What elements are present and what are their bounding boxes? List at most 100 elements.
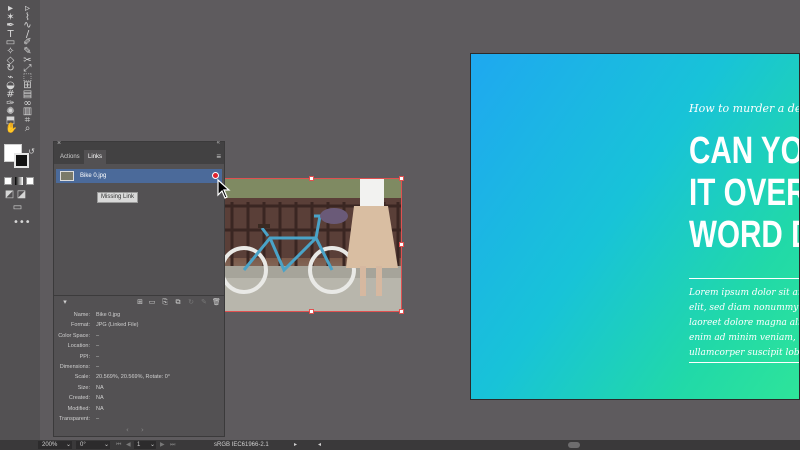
- info-label: Size:: [77, 384, 90, 391]
- info-value: –: [96, 415, 100, 422]
- info-value: –: [96, 343, 100, 350]
- placed-bike-image[interactable]: [222, 178, 402, 312]
- color-mode-icon[interactable]: [4, 177, 12, 185]
- resize-handle[interactable]: [399, 309, 404, 314]
- zoom-dropdown-icon[interactable]: ⌄: [66, 440, 71, 450]
- missing-link-icon[interactable]: [212, 172, 219, 179]
- horizontal-scrollbar[interactable]: [568, 442, 580, 448]
- artboard-subtitle: How to murder a desig: [689, 102, 799, 115]
- headline-line: IT OVER A: [689, 172, 800, 214]
- next-link-icon[interactable]: ›: [141, 426, 144, 434]
- body-line: elit, sed diam nonummy ni: [689, 303, 800, 313]
- previous-link-icon[interactable]: ‹: [126, 426, 129, 434]
- info-row: Color Space: –: [54, 331, 224, 341]
- info-label: Color Space:: [58, 332, 90, 339]
- embed-icon[interactable]: ⊞: [136, 299, 144, 306]
- relink-icon[interactable]: ⎘: [161, 299, 169, 306]
- tools-panel: ▸ ▹ ✶ ⌇ ✒ ∿ T / ▭ ✐ ✧ ✎ ◇ ✂ ↻ ⤢ ⌁ ⬚ ◒ ⊞ # ▤ ✑ ∞ ✺ ▥ ⬒ ⌗ ✋ ⌕ ↺ ◩ ◪ ▭ •…: [0, 0, 40, 440]
- info-label: Created:: [68, 395, 90, 402]
- info-value: NA: [96, 405, 104, 412]
- info-row: Created: NA: [54, 393, 224, 403]
- info-label: Transparent:: [59, 415, 90, 422]
- mouse-cursor-icon: [217, 179, 231, 199]
- screen-mode-icon[interactable]: ▭: [12, 202, 23, 213]
- rotation-dropdown-icon[interactable]: ⌄: [104, 440, 109, 450]
- info-row: Name: Bike 0.jpg: [54, 310, 224, 320]
- relink-from-cc-icon[interactable]: ▭: [148, 299, 156, 306]
- artboard-dropdown-icon[interactable]: ⌄: [150, 440, 155, 450]
- info-row: Size: NA: [54, 383, 224, 393]
- links-toolbar: ▾ ⊞ ▭ ⎘ ⧉ ↻ ✎ 🗑: [54, 297, 224, 309]
- resize-handle[interactable]: [309, 176, 314, 181]
- panel-menu-icon[interactable]: ≡: [216, 150, 221, 164]
- draw-normal-icon[interactable]: ◩: [4, 189, 15, 200]
- body-line: laoreet dolore magna aliqu: [689, 318, 799, 328]
- headline-line: WORD DO: [689, 214, 799, 256]
- draw-behind-icon[interactable]: ◪: [16, 189, 27, 200]
- tooltip: Missing Link: [97, 192, 139, 203]
- color-profile: sRGB IEC61966-2.1: [214, 442, 269, 448]
- info-row: PPI: –: [54, 352, 224, 362]
- tab-actions[interactable]: Actions: [56, 150, 84, 164]
- link-navigation: ‹ ›: [126, 426, 144, 434]
- panel-header-bar: × «: [54, 140, 224, 150]
- headline-line: CAN YOU: [689, 130, 799, 172]
- info-label: Modified:: [67, 405, 90, 412]
- gradient-mode-icon[interactable]: [15, 177, 23, 185]
- hand-icon[interactable]: ✋: [5, 123, 17, 134]
- link-thumbnail: [60, 171, 74, 181]
- info-value: NA: [96, 395, 104, 402]
- link-info: Name: Bike 0.jpg Format: JPG (Linked File) C…: [54, 310, 224, 424]
- previous-artboard-icon[interactable]: ◀: [126, 440, 131, 450]
- rotation-value: 0°: [80, 442, 86, 448]
- artboard-body-text: Lorem ipsum dolor sit ame elit, sed diam…: [689, 286, 800, 361]
- update-link-icon[interactable]: ↻: [187, 299, 195, 306]
- info-label: Location:: [67, 343, 90, 350]
- links-panel: × « Actions Links ≡ Bike 0.jpg Missing L…: [53, 140, 225, 437]
- bike-photo: [222, 178, 402, 312]
- info-label: PPI:: [79, 353, 90, 360]
- show-options-icon[interactable]: ▾: [61, 299, 69, 306]
- body-line: ullamcorper suscipit lobort: [689, 348, 800, 358]
- status-menu-icon[interactable]: ▸: [294, 440, 297, 450]
- artboard: How to murder a desig CAN YOU IT OVER A …: [470, 53, 800, 400]
- resize-handle[interactable]: [399, 242, 404, 247]
- next-artboard-icon[interactable]: ▶: [160, 440, 165, 450]
- info-value: 20.569%, 20.569%, Rotate: 0°: [96, 374, 171, 381]
- info-row: Dimensions: –: [54, 362, 224, 372]
- artboard-divider: [689, 278, 799, 279]
- info-value: Bike 0.jpg: [96, 312, 121, 318]
- info-row: Transparent: –: [54, 414, 224, 424]
- zoom-level: 200%: [42, 442, 58, 448]
- delete-icon[interactable]: 🗑: [212, 299, 221, 306]
- edit-original-icon[interactable]: ✎: [200, 299, 208, 306]
- panel-divider: [54, 295, 224, 296]
- panel-tabs: Actions Links ≡: [54, 150, 224, 164]
- edit-toolbar-icon[interactable]: •••: [13, 217, 31, 228]
- info-label: Dimensions:: [59, 363, 90, 370]
- info-value: JPG (Linked File): [96, 322, 139, 329]
- info-value: –: [96, 363, 100, 370]
- info-value: –: [96, 353, 100, 360]
- scroll-left-icon[interactable]: ◂: [318, 440, 321, 450]
- info-row: Scale: 20.569%, 20.569%, Rotate: 0°: [54, 372, 224, 382]
- info-label: Scale:: [74, 374, 90, 381]
- link-item-name: Bike 0.jpg: [80, 173, 107, 179]
- info-row: Format: JPG (Linked File): [54, 320, 224, 330]
- info-label: Name:: [73, 312, 90, 318]
- zoom-icon[interactable]: ⌕: [22, 123, 33, 134]
- last-artboard-icon[interactable]: ⏭: [170, 440, 175, 450]
- resize-handle[interactable]: [309, 309, 314, 314]
- collapse-panel-icon[interactable]: «: [217, 140, 220, 146]
- resize-handle[interactable]: [399, 176, 404, 181]
- stroke-color-swatch[interactable]: [14, 153, 29, 168]
- status-bar: 200% ⌄ 0° ⌄ ⏮ ◀ 1 ⌄ ▶ ⏭ sRGB IEC61966-2.…: [0, 440, 800, 450]
- body-line: Lorem ipsum dolor sit ame: [689, 288, 800, 298]
- link-item[interactable]: Bike 0.jpg: [56, 169, 222, 183]
- first-artboard-icon[interactable]: ⏮: [116, 440, 121, 450]
- artboard-divider-bottom: [689, 362, 799, 363]
- close-panel-icon[interactable]: ×: [57, 140, 61, 147]
- go-to-link-icon[interactable]: ⧉: [174, 299, 182, 306]
- none-mode-icon[interactable]: [26, 177, 34, 185]
- tab-links[interactable]: Links: [84, 150, 107, 164]
